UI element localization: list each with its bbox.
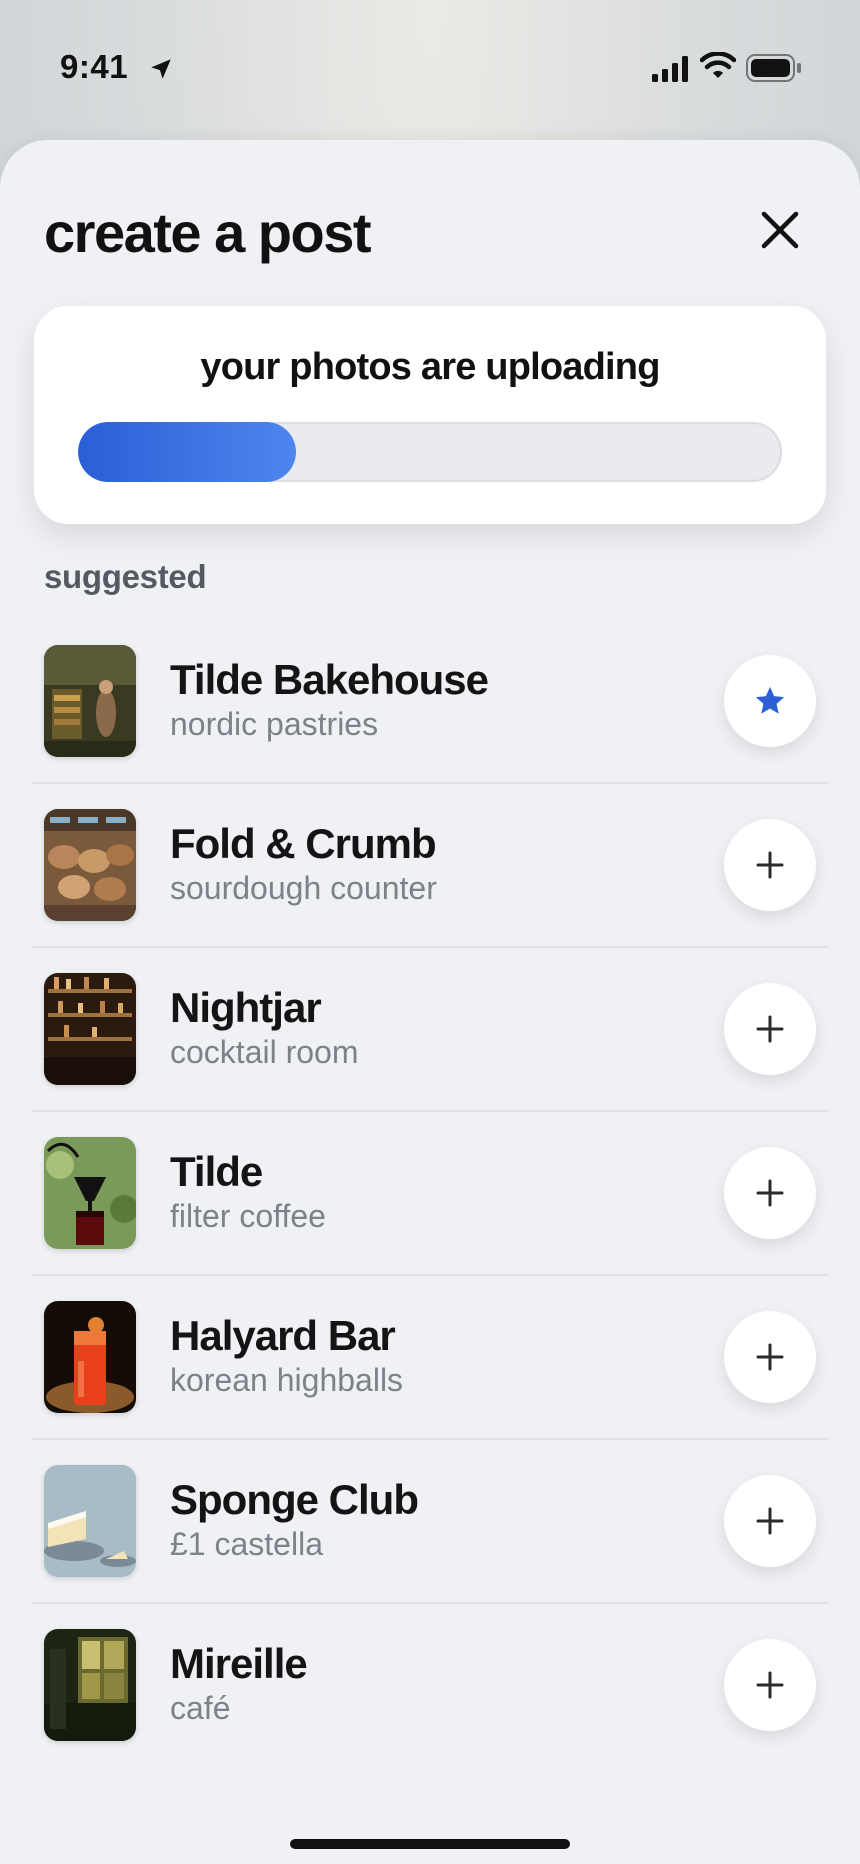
add-button[interactable]	[724, 983, 816, 1075]
battery-icon	[746, 54, 801, 82]
upload-status-card: your photos are uploading	[34, 306, 826, 524]
plus-icon	[756, 1671, 784, 1699]
place-subtitle: korean highballs	[170, 1362, 404, 1398]
plus-icon	[756, 1343, 784, 1371]
status-time: 9:41	[60, 48, 129, 85]
list-item[interactable]: Tilde filter coffee	[32, 1110, 828, 1274]
place-subtitle: nordic pastries	[170, 706, 379, 742]
close-icon	[761, 211, 799, 249]
cellular-signal-icon	[652, 56, 688, 82]
plus-icon	[756, 851, 784, 879]
add-button[interactable]	[724, 1311, 816, 1403]
place-name: Mireille	[170, 1640, 308, 1687]
place-name: Nightjar	[170, 984, 322, 1031]
suggested-places-list: Tilde Bakehouse nordic pastries Fold & C…	[32, 620, 828, 1766]
location-arrow-icon	[151, 59, 171, 79]
place-subtitle: £1 castella	[170, 1526, 323, 1562]
plus-icon	[756, 1507, 784, 1535]
list-item[interactable]: Mireille café	[32, 1602, 828, 1766]
place-thumbnail	[44, 1301, 136, 1413]
page-title: create a post	[44, 201, 372, 264]
status-bar: 9:41	[0, 0, 860, 140]
list-item[interactable]: Nightjar cocktail room	[32, 946, 828, 1110]
place-thumbnail	[44, 809, 136, 921]
place-thumbnail	[44, 973, 136, 1085]
upload-progress-bar	[78, 422, 782, 482]
place-name: Tilde	[170, 1148, 263, 1195]
favorite-button[interactable]	[724, 655, 816, 747]
place-subtitle: cocktail room	[170, 1034, 359, 1070]
place-subtitle: café	[170, 1690, 231, 1726]
add-button[interactable]	[724, 1147, 816, 1239]
place-thumbnail	[44, 645, 136, 757]
place-thumbnail	[44, 1465, 136, 1577]
place-subtitle: filter coffee	[170, 1198, 326, 1234]
add-button[interactable]	[724, 1639, 816, 1731]
place-thumbnail	[44, 1629, 136, 1741]
section-label-suggested: suggested	[44, 558, 207, 595]
place-name: Halyard Bar	[170, 1312, 396, 1359]
list-item[interactable]: Halyard Bar korean highballs	[32, 1274, 828, 1438]
plus-icon	[756, 1015, 784, 1043]
place-name: Tilde Bakehouse	[170, 656, 489, 703]
add-button[interactable]	[724, 1475, 816, 1567]
close-button[interactable]	[752, 202, 808, 258]
list-item[interactable]: Fold & Crumb sourdough counter	[32, 782, 828, 946]
create-post-sheet: create a post your photos are uploading …	[0, 140, 860, 1864]
place-subtitle: sourdough counter	[170, 870, 437, 906]
home-indicator[interactable]	[290, 1839, 570, 1849]
list-item[interactable]: Sponge Club £1 castella	[32, 1438, 828, 1602]
place-name: Fold & Crumb	[170, 820, 437, 867]
list-item[interactable]: Tilde Bakehouse nordic pastries	[32, 620, 828, 782]
add-button[interactable]	[724, 819, 816, 911]
upload-message: your photos are uploading	[200, 346, 660, 388]
wifi-icon	[700, 52, 736, 78]
place-name: Sponge Club	[170, 1476, 419, 1523]
upload-progress-fill	[78, 422, 297, 482]
plus-icon	[756, 1179, 784, 1207]
star-icon	[755, 686, 785, 714]
place-thumbnail	[44, 1137, 136, 1249]
